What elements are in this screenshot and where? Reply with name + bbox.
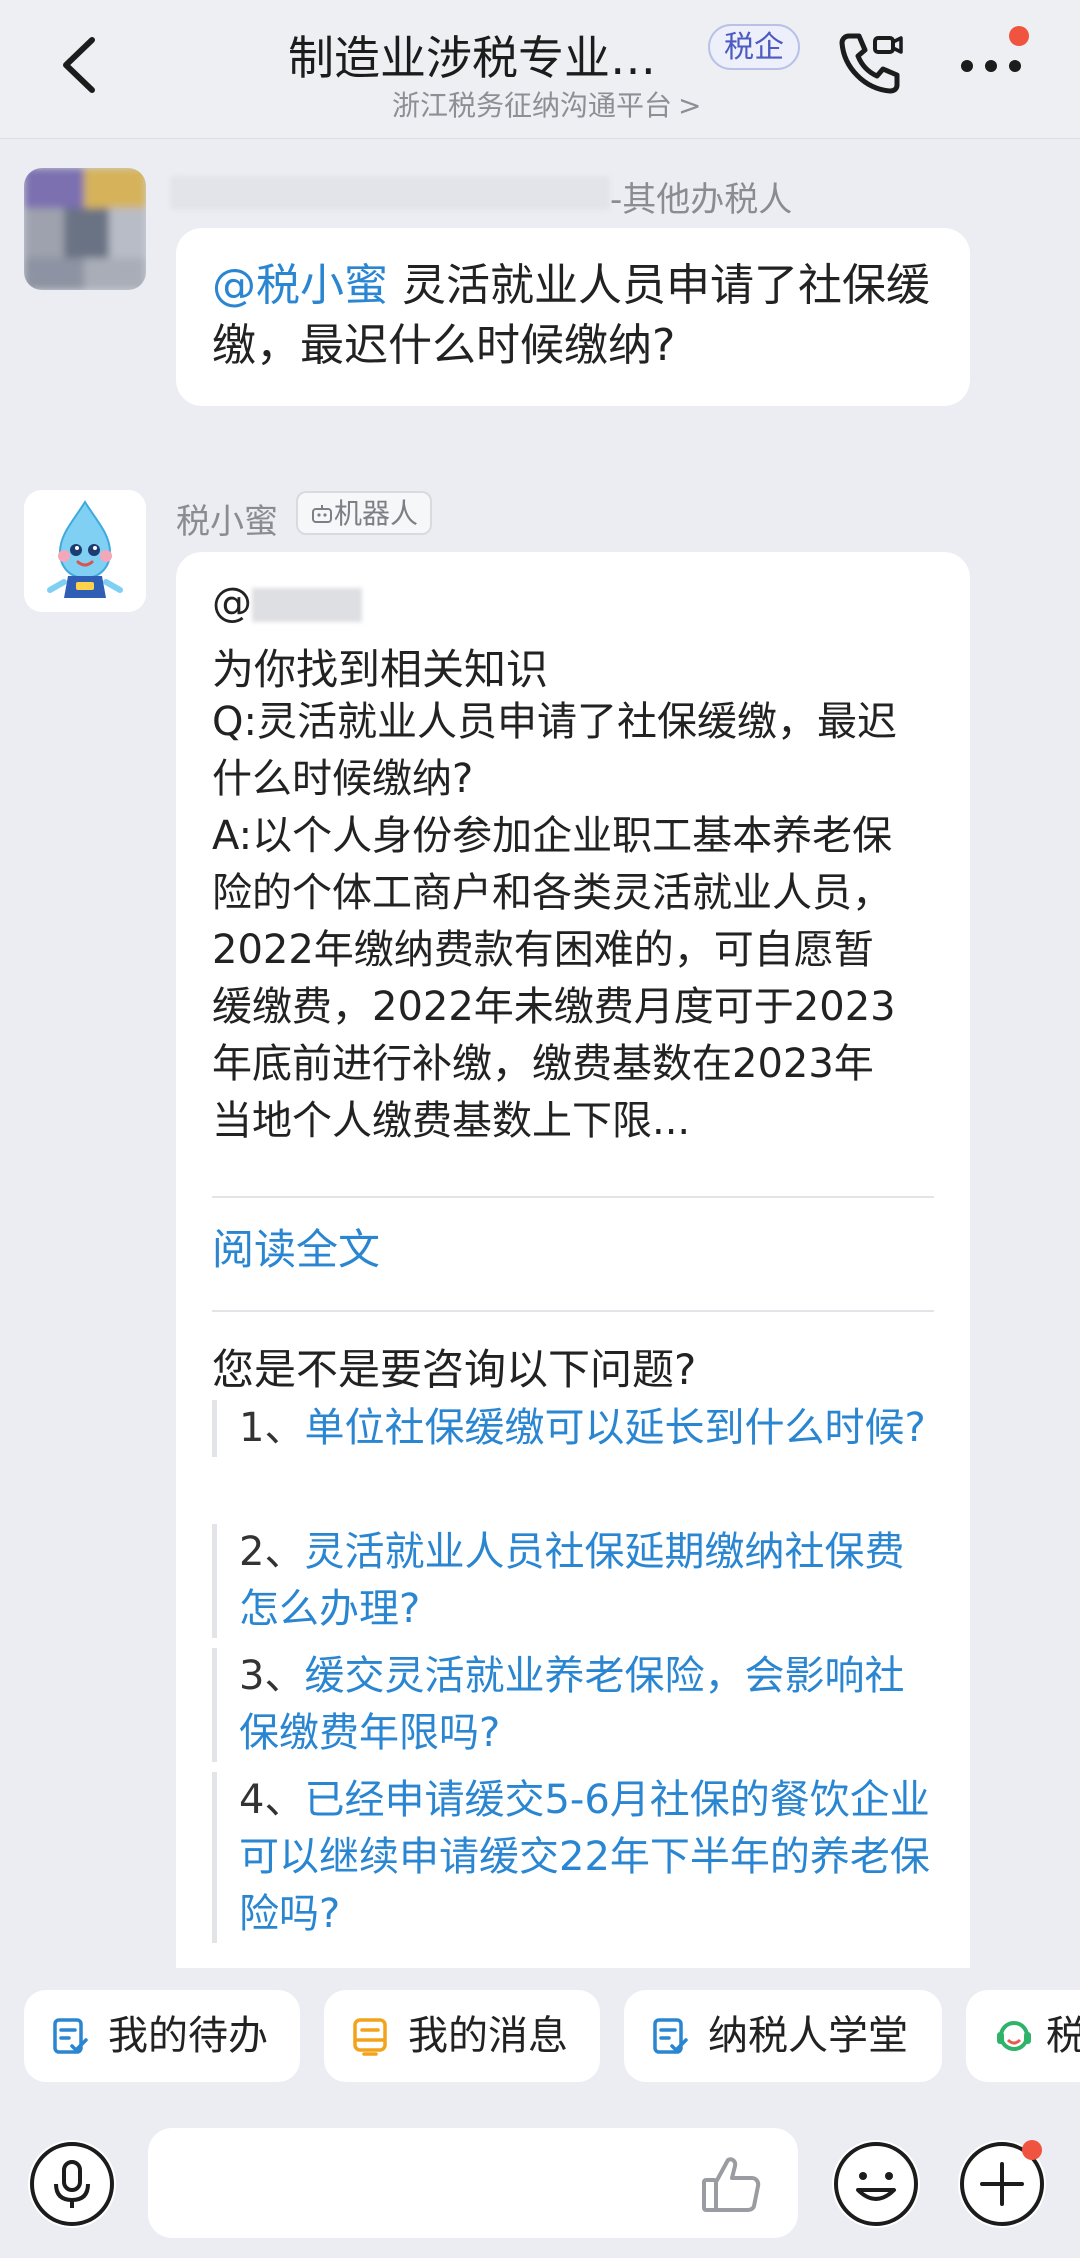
blurred-sender-name [170,176,610,210]
more-button[interactable] [955,26,1035,96]
bot-name: 税小蜜 [176,502,278,542]
chip-label: 我的待办 [108,2013,268,2059]
question-number: 3、 [239,1653,305,1699]
notification-dot [1009,26,1029,46]
read-full-text-link[interactable]: 阅读全文 [212,1216,380,1277]
back-button[interactable] [50,30,110,100]
bot-avatar[interactable] [24,490,146,612]
question-number: 2、 [239,1529,305,1575]
blurred-username [252,588,362,622]
chevron-right-icon: > [678,89,702,122]
my-messages-chip[interactable]: 我的消息 [324,1990,600,2082]
thumbs-up-button[interactable] [698,2152,764,2218]
chat-subtitle[interactable]: 浙江税务征纳沟通平台 > [392,84,701,124]
question-link[interactable]: 单位社保缓缴可以延长到什么时候? [304,1405,925,1451]
suggested-question-item[interactable]: 2、灵活就业人员社保延期缴纳社保费怎么办理? [212,1524,942,1638]
taxpayer-classroom-chip[interactable]: 纳税人学堂 [624,1990,942,2082]
chat-header: 制造业涉税专业… 税企 浙江税务征纳沟通平台 > [0,0,1080,139]
chip-label: 纳税人学堂 [708,2013,908,2059]
notification-dot [1022,2140,1042,2160]
microphone-icon [30,2142,114,2226]
quick-action-bar: 我的待办 我的消息 纳税人学堂 税 [0,1968,1080,2096]
phone-call-icon [839,33,903,94]
robot-icon [312,505,332,523]
suggested-question-item[interactable]: 3、缓交灵活就业养老保险，会影响社保缴费年限吗? [212,1648,942,1762]
qa-answer-text: Q:灵活就业人员申请了社保缓缴，最迟 什么时候缴纳? A:以个人身份参加企业职工… [212,699,897,1144]
question-number: 4、 [239,1777,305,1823]
call-button[interactable] [835,28,905,98]
emoji-button[interactable] [832,2140,920,2228]
voice-button[interactable] [28,2140,116,2228]
robot-tag: 机器人 [296,491,433,535]
emoji-smile-icon [834,2142,918,2226]
tax-service-chip[interactable]: 税 [966,1990,1080,2082]
robot-tag-label: 机器人 [334,497,419,530]
divider [212,1196,934,1198]
question-number: 1、 [239,1405,305,1451]
input-bar [0,2100,1080,2258]
message-icon [353,2018,387,2056]
chevron-left-icon [63,37,95,93]
chat-title: 制造业涉税专业… [288,31,656,85]
question-link[interactable]: 缓交灵活就业养老保险，会影响社保缴费年限吗? [239,1653,904,1756]
todo-icon [53,2018,88,2054]
suggested-question-item[interactable]: 1、单位社保缓缴可以延长到什么时候? [212,1400,942,1457]
found-knowledge-text: 为你找到相关知识 [212,645,549,694]
chip-label: 我的消息 [408,2013,568,2059]
chip-label: 税 [1046,2013,1080,2059]
my-todo-chip[interactable]: 我的待办 [24,1990,300,2082]
question-link[interactable]: 灵活就业人员社保延期缴纳社保费怎么办理? [239,1529,904,1632]
thumbs-up-icon [702,2157,761,2212]
service-icon [997,2021,1031,2051]
at-mention: @ [212,580,252,626]
classroom-icon [653,2018,688,2054]
sender-role: -其他办税人 [610,180,793,220]
suggested-questions-title: 您是不是要咨询以下问题? [212,1345,697,1394]
add-button[interactable] [958,2140,1046,2228]
bot-message-bubble[interactable]: @ 为你找到相关知识 Q:灵活就业人员申请了社保缓缴，最迟 什么时候缴纳? A:… [176,552,970,1972]
platform-name: 浙江税务征纳沟通平台 [392,89,673,122]
user-message-bubble[interactable]: @税小蜜 灵活就业人员申请了社保缓缴，最迟什么时候缴纳? [176,228,970,406]
chat-title-area[interactable]: 制造业涉税专业… 税企 浙江税务征纳沟通平台 > [260,18,820,128]
user-message-text: @税小蜜 灵活就业人员申请了社保缓缴，最迟什么时候缴纳? [212,256,952,376]
water-drop-mascot-icon [24,490,146,612]
blurred-avatar-image [24,168,146,290]
mention-link[interactable]: @税小蜜 [212,260,388,311]
user-avatar[interactable] [24,168,146,290]
divider [212,1310,934,1312]
tax-enterprise-badge: 税企 [708,24,800,70]
suggested-question-item[interactable]: 4、已经申请缓交5-6月社保的餐饮企业可以继续申请缓交22年下半年的养老保险吗? [212,1772,942,1943]
question-link[interactable]: 已经申请缓交5-6月社保的餐饮企业可以继续申请缓交22年下半年的养老保险吗? [239,1777,930,1937]
